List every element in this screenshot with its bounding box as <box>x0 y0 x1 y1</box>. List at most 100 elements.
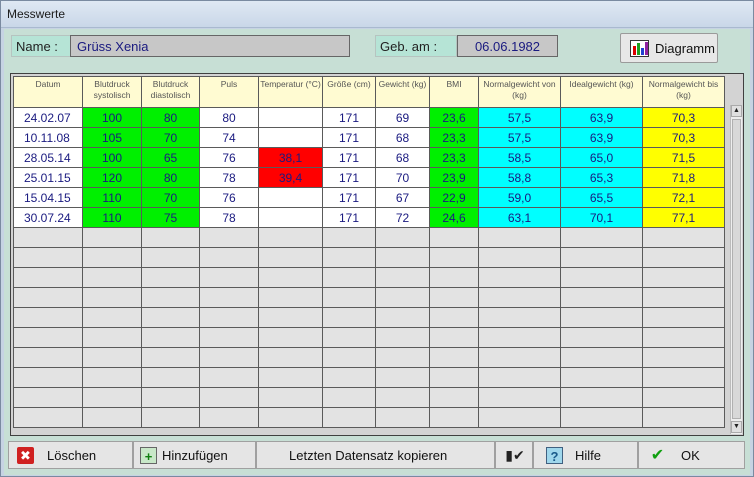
empty-cell[interactable] <box>560 247 643 268</box>
empty-cell[interactable] <box>560 267 643 288</box>
table-cell[interactable]: 100 <box>82 147 142 168</box>
help-button[interactable]: ? Hilfe <box>533 441 638 469</box>
table-cell[interactable]: 110 <box>82 187 142 208</box>
empty-cell[interactable] <box>429 407 479 428</box>
empty-cell[interactable] <box>478 227 561 248</box>
table-cell[interactable]: 70 <box>141 187 200 208</box>
empty-cell[interactable] <box>642 307 725 328</box>
empty-cell[interactable] <box>478 247 561 268</box>
table-cell[interactable]: 80 <box>199 107 259 128</box>
empty-cell[interactable] <box>258 407 323 428</box>
empty-cell[interactable] <box>560 367 643 388</box>
empty-cell[interactable] <box>429 267 479 288</box>
empty-cell[interactable] <box>141 287 200 308</box>
table-cell[interactable]: 65,0 <box>560 147 643 168</box>
empty-cell[interactable] <box>322 227 376 248</box>
table-cell[interactable]: 58,8 <box>478 167 561 188</box>
empty-cell[interactable] <box>13 267 83 288</box>
table-cell[interactable]: 76 <box>199 187 259 208</box>
scroll-up-arrow-icon[interactable]: ▲ <box>731 105 742 117</box>
table-cell[interactable]: 70,3 <box>642 107 725 128</box>
empty-cell[interactable] <box>375 367 430 388</box>
table-cell[interactable]: 171 <box>322 147 376 168</box>
table-cell[interactable]: 78 <box>199 207 259 228</box>
add-button[interactable]: + Hinzufügen <box>133 441 256 469</box>
table-cell[interactable]: 120 <box>82 167 142 188</box>
empty-cell[interactable] <box>199 287 259 308</box>
empty-cell[interactable] <box>560 407 643 428</box>
table-cell[interactable]: 71,5 <box>642 147 725 168</box>
column-header[interactable]: BMI <box>429 76 479 108</box>
delete-button[interactable]: ✖ Löschen <box>8 441 133 469</box>
empty-cell[interactable] <box>82 407 142 428</box>
scroll-down-arrow-icon[interactable]: ▼ <box>731 421 742 433</box>
empty-cell[interactable] <box>322 327 376 348</box>
table-cell[interactable]: 65 <box>141 147 200 168</box>
table-cell[interactable]: 78 <box>199 167 259 188</box>
column-header[interactable]: Gewicht (kg) <box>375 76 430 108</box>
empty-cell[interactable] <box>82 347 142 368</box>
empty-cell[interactable] <box>258 327 323 348</box>
empty-cell[interactable] <box>642 267 725 288</box>
empty-cell[interactable] <box>642 327 725 348</box>
empty-cell[interactable] <box>642 247 725 268</box>
table-cell[interactable]: 70 <box>141 127 200 148</box>
table-cell[interactable]: 22,9 <box>429 187 479 208</box>
table-cell[interactable]: 67 <box>375 187 430 208</box>
column-header[interactable]: Größe (cm) <box>322 76 376 108</box>
column-header[interactable]: Normalgewicht von (kg) <box>478 76 561 108</box>
table-cell[interactable]: 80 <box>141 107 200 128</box>
empty-cell[interactable] <box>13 347 83 368</box>
empty-cell[interactable] <box>560 347 643 368</box>
empty-cell[interactable] <box>375 267 430 288</box>
empty-cell[interactable] <box>429 367 479 388</box>
empty-cell[interactable] <box>13 247 83 268</box>
empty-cell[interactable] <box>141 407 200 428</box>
empty-cell[interactable] <box>199 247 259 268</box>
empty-cell[interactable] <box>478 347 561 368</box>
empty-cell[interactable] <box>141 227 200 248</box>
empty-cell[interactable] <box>560 387 643 408</box>
birth-date-field[interactable]: 06.06.1982 <box>457 35 558 57</box>
table-cell[interactable]: 30.07.24 <box>13 207 83 228</box>
empty-cell[interactable] <box>82 367 142 388</box>
column-header[interactable]: Temperatur (°C) <box>258 76 323 108</box>
empty-table-row[interactable] <box>13 367 725 388</box>
measurements-table[interactable]: Datum Blutdruck systolisch Blutdruck diast… <box>10 73 744 436</box>
empty-cell[interactable] <box>429 287 479 308</box>
empty-cell[interactable] <box>429 387 479 408</box>
table-cell[interactable]: 68 <box>375 147 430 168</box>
empty-cell[interactable] <box>478 307 561 328</box>
table-cell[interactable]: 71,8 <box>642 167 725 188</box>
empty-cell[interactable] <box>429 307 479 328</box>
empty-cell[interactable] <box>375 347 430 368</box>
table-cell[interactable] <box>258 187 323 208</box>
empty-cell[interactable] <box>13 387 83 408</box>
empty-cell[interactable] <box>478 267 561 288</box>
empty-cell[interactable] <box>375 227 430 248</box>
table-cell[interactable]: 25.01.15 <box>13 167 83 188</box>
table-cell[interactable]: 58,5 <box>478 147 561 168</box>
empty-cell[interactable] <box>199 407 259 428</box>
table-cell[interactable]: 76 <box>199 147 259 168</box>
table-row[interactable]: 28.05.14 100 65 76 38,1 171 68 23,3 58,5 65,0 71,5 <box>13 147 725 168</box>
empty-table-row[interactable] <box>13 347 725 368</box>
empty-cell[interactable] <box>560 327 643 348</box>
empty-cell[interactable] <box>141 327 200 348</box>
table-cell[interactable]: 59,0 <box>478 187 561 208</box>
table-cell[interactable] <box>258 127 323 148</box>
table-cell[interactable]: 100 <box>82 107 142 128</box>
empty-cell[interactable] <box>13 287 83 308</box>
table-cell[interactable]: 63,1 <box>478 207 561 228</box>
empty-cell[interactable] <box>82 267 142 288</box>
table-cell[interactable]: 105 <box>82 127 142 148</box>
empty-cell[interactable] <box>429 347 479 368</box>
empty-table-row[interactable] <box>13 247 725 268</box>
table-cell[interactable]: 23,6 <box>429 107 479 128</box>
empty-cell[interactable] <box>13 367 83 388</box>
empty-cell[interactable] <box>375 307 430 328</box>
empty-cell[interactable] <box>258 367 323 388</box>
empty-cell[interactable] <box>642 287 725 308</box>
empty-table-row[interactable] <box>13 407 725 428</box>
empty-cell[interactable] <box>478 367 561 388</box>
